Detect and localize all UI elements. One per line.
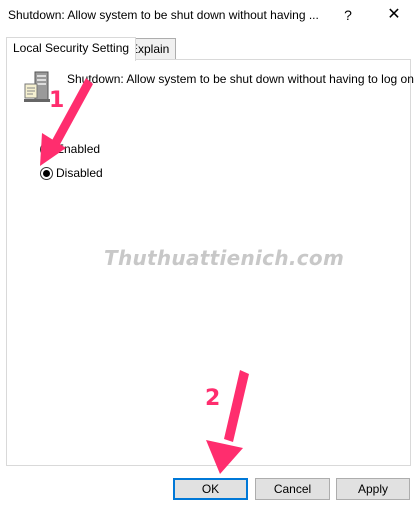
radio-disabled-circle[interactable] [40,167,53,180]
server-policy-icon [22,70,52,104]
annotation-step-2: 2 [205,386,221,411]
title-bar: Shutdown: Allow system to be shut down w… [0,0,417,31]
radio-disabled-label[interactable]: Disabled [56,165,103,181]
close-button[interactable]: ✕ [380,5,408,25]
window-title: Shutdown: Allow system to be shut down w… [8,8,319,22]
ok-button[interactable]: OK [173,478,248,500]
policy-description: Shutdown: Allow system to be shut down w… [67,72,414,86]
help-button[interactable]: ? [338,5,358,25]
annotation-step-1: 1 [49,88,65,113]
tab-local-security-setting[interactable]: Local Security Setting [6,37,137,61]
apply-button[interactable]: Apply [336,478,410,500]
radio-enabled-circle[interactable] [40,143,53,156]
radio-enabled-label[interactable]: Enabled [56,141,100,157]
watermark: Thuthuattienich.com [104,246,345,270]
cancel-button[interactable]: Cancel [255,478,330,500]
